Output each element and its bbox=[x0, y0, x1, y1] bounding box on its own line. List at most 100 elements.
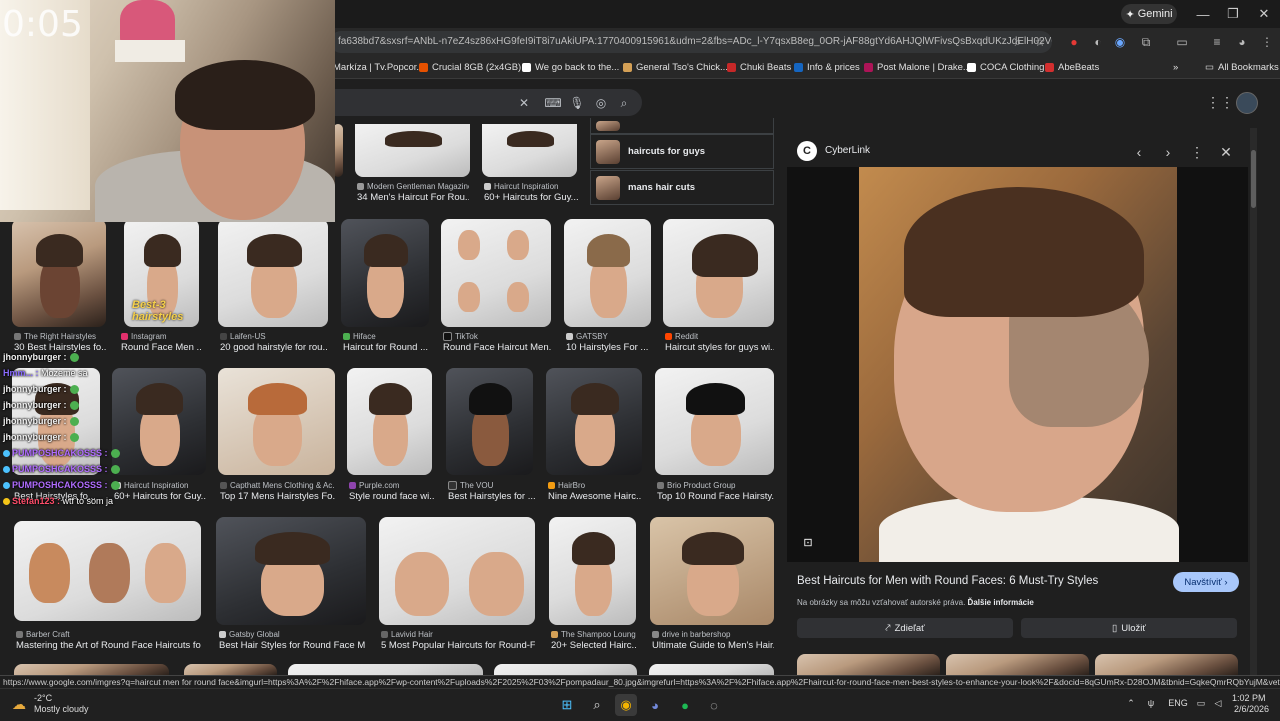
chevron-up-icon[interactable]: ⌃ bbox=[1125, 698, 1137, 709]
preview-image[interactable] bbox=[787, 167, 1248, 562]
bookmark-item[interactable]: Info & prices bbox=[794, 58, 860, 76]
clock-date[interactable]: 2/6/2026 bbox=[1234, 704, 1269, 714]
result-thumbnail[interactable] bbox=[347, 368, 432, 475]
monitor-icon[interactable]: ▭ bbox=[1195, 698, 1207, 709]
bookmark-item[interactable]: Chuki Beats bbox=[727, 58, 791, 76]
result-thumbnail[interactable] bbox=[655, 368, 774, 475]
weather-description[interactable]: Mostly cloudy bbox=[34, 704, 89, 714]
result-thumbnail[interactable] bbox=[549, 517, 636, 625]
related-search-item[interactable]: mans hair cuts bbox=[590, 170, 774, 205]
save-button[interactable]: ▯ Uložiť bbox=[1021, 618, 1237, 638]
weather-temperature[interactable]: -2°C bbox=[34, 693, 52, 703]
scrollbar[interactable] bbox=[1250, 128, 1257, 675]
usb-icon[interactable]: ψ bbox=[1145, 698, 1157, 708]
result-thumbnail[interactable] bbox=[218, 219, 328, 327]
google-lens-icon[interactable]: ⊡ bbox=[801, 535, 815, 549]
result-title[interactable]: 60+ Haircuts for Guy... bbox=[484, 192, 579, 203]
app-icon[interactable]: ◌ bbox=[703, 694, 725, 716]
address-bar[interactable]: fa638bd7&sxsrf=ANbL-n7eZ4sz86xHG9feI9iT8… bbox=[330, 31, 1052, 53]
result-title[interactable]: Round Face Haircut Men... bbox=[443, 342, 551, 353]
result-title[interactable]: Round Face Men ... bbox=[121, 342, 201, 353]
result-title[interactable]: Best Hair Styles for Round Face M... bbox=[219, 640, 366, 651]
result-title[interactable]: Top 10 Round Face Hairsty... bbox=[657, 491, 774, 502]
result-title[interactable]: Mastering the Art of Round Face Haircuts… bbox=[16, 640, 201, 651]
result-thumbnail[interactable] bbox=[441, 219, 551, 327]
cast-icon[interactable]: ▭ bbox=[1172, 32, 1192, 52]
result-thumbnail[interactable] bbox=[218, 368, 335, 475]
more-bookmarks-button[interactable]: » bbox=[1173, 58, 1178, 76]
result-thumbnail[interactable] bbox=[649, 664, 774, 675]
extension-icon[interactable]: ◐ bbox=[1088, 32, 1108, 52]
result-title[interactable]: Haircut styles for guys wi... bbox=[665, 342, 774, 353]
chevron-left-icon[interactable]: ‹ bbox=[1130, 143, 1148, 161]
keyboard-icon[interactable]: ⌨ bbox=[544, 94, 562, 112]
weather-icon[interactable]: ☁ bbox=[10, 695, 28, 713]
bookmark-item[interactable]: COCA Clothing bbox=[967, 58, 1044, 76]
result-thumbnail[interactable] bbox=[216, 517, 366, 625]
result-thumbnail[interactable] bbox=[663, 219, 774, 327]
gemini-button[interactable]: ✦ Gemini bbox=[1121, 4, 1177, 24]
minimize-button[interactable]: — bbox=[1191, 4, 1215, 24]
result-thumbnail[interactable] bbox=[564, 219, 651, 327]
result-thumbnail[interactable] bbox=[184, 664, 277, 675]
bookmark-item[interactable]: AbeBeats bbox=[1045, 58, 1099, 76]
result-title[interactable]: 20+ Selected Hairc... bbox=[551, 640, 636, 651]
panel-source-name[interactable]: CyberLink bbox=[825, 145, 870, 156]
related-image-thumbnail[interactable] bbox=[946, 654, 1089, 675]
close-window-button[interactable]: ✕ bbox=[1252, 4, 1276, 24]
learn-more-link[interactable]: Ďalšie informácie bbox=[968, 598, 1034, 607]
close-icon[interactable]: ✕ bbox=[1217, 143, 1235, 161]
result-thumbnail[interactable] bbox=[288, 664, 483, 675]
search-icon[interactable]: ⌕ bbox=[615, 94, 633, 112]
bookmark-item[interactable]: Markíza | Tv.Popcor... bbox=[333, 58, 424, 76]
result-thumbnail[interactable] bbox=[12, 219, 106, 327]
share-button[interactable]: ⤤ Zdieľať bbox=[797, 618, 1013, 638]
windows-start-icon[interactable]: ⊞ bbox=[556, 694, 578, 716]
extension-red-icon[interactable]: ● bbox=[1064, 32, 1084, 52]
result-title[interactable]: 20 good hairstyle for rou... bbox=[220, 342, 328, 353]
result-thumbnail[interactable] bbox=[494, 664, 637, 675]
related-image-thumbnail[interactable] bbox=[797, 654, 940, 675]
related-search-item[interactable]: haircuts for guys bbox=[590, 134, 774, 169]
scrollbar-thumb[interactable] bbox=[1251, 150, 1256, 208]
chrome-icon[interactable]: ◉ bbox=[615, 694, 637, 716]
result-thumbnail[interactable] bbox=[379, 517, 535, 625]
result-title[interactable]: Ultimate Guide to Men's Hair... bbox=[652, 640, 774, 651]
result-thumbnail[interactable] bbox=[482, 124, 577, 177]
clear-search-icon[interactable]: ✕ bbox=[515, 94, 533, 112]
bookmark-item[interactable]: Post Malone | Drake... bbox=[864, 58, 971, 76]
search-icon[interactable]: ⌕ bbox=[586, 694, 608, 716]
related-search-item[interactable] bbox=[590, 118, 774, 134]
result-thumbnail[interactable] bbox=[112, 368, 206, 475]
lens-icon[interactable]: ◎ bbox=[592, 94, 610, 112]
result-title[interactable]: 10 Hairstyles For ... bbox=[566, 342, 651, 353]
result-thumbnail[interactable] bbox=[341, 219, 429, 327]
result-thumbnail[interactable] bbox=[446, 368, 533, 475]
related-image-thumbnail[interactable] bbox=[1095, 654, 1238, 675]
spotify-icon[interactable]: ● bbox=[674, 694, 696, 716]
result-title[interactable]: Nine Awesome Hairc... bbox=[548, 491, 642, 502]
extension-blue-icon[interactable]: ◉ bbox=[1110, 32, 1130, 52]
clock-time[interactable]: 1:02 PM bbox=[1232, 693, 1266, 703]
zoom-icon[interactable]: ⌕ bbox=[1008, 32, 1028, 52]
result-thumbnail[interactable] bbox=[650, 517, 774, 625]
volume-icon[interactable]: ◁ bbox=[1212, 698, 1224, 709]
result-thumbnail[interactable] bbox=[14, 664, 169, 675]
mic-icon[interactable]: 🎙 bbox=[568, 94, 586, 112]
more-options-icon[interactable]: ⋮ bbox=[1188, 143, 1206, 161]
bookmark-star-icon[interactable]: ☆ bbox=[1030, 32, 1050, 52]
all-bookmarks-button[interactable]: ▭ All Bookmarks bbox=[1205, 58, 1279, 76]
language-indicator[interactable]: ENG bbox=[1167, 698, 1189, 708]
result-thumbnail[interactable] bbox=[14, 521, 201, 621]
extensions-puzzle-icon[interactable]: ⧉ bbox=[1136, 32, 1156, 52]
result-title[interactable]: 5 Most Popular Haircuts for Round-F... bbox=[381, 640, 535, 651]
avatar[interactable] bbox=[1236, 92, 1258, 114]
menu-icon[interactable]: ⋮ bbox=[1257, 32, 1277, 52]
reading-list-icon[interactable]: ≡ bbox=[1207, 32, 1227, 52]
result-thumbnail[interactable] bbox=[546, 368, 642, 475]
result-title[interactable]: Best Hairstyles for ... bbox=[448, 491, 535, 502]
result-thumbnail[interactable]: Best-3 hairstyles bbox=[124, 219, 199, 327]
discord-icon[interactable]: ◕ bbox=[644, 694, 666, 716]
restore-button[interactable]: ❐ bbox=[1221, 4, 1245, 24]
result-title[interactable]: 60+ Haircuts for Guy... bbox=[114, 491, 206, 502]
